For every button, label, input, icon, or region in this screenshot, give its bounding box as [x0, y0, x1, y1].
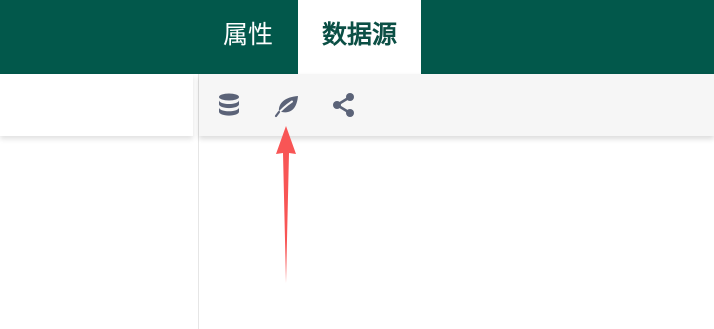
left-panel-header	[0, 74, 193, 136]
database-icon[interactable]	[216, 92, 242, 118]
annotation-arrow	[276, 126, 296, 283]
tab-properties[interactable]: 属性	[203, 0, 293, 74]
share-icon[interactable]	[331, 92, 357, 118]
leaf-icon[interactable]	[274, 92, 300, 118]
top-tab-bar: 属性 数据源	[0, 0, 714, 74]
tab-datasource[interactable]: 数据源	[298, 0, 421, 74]
